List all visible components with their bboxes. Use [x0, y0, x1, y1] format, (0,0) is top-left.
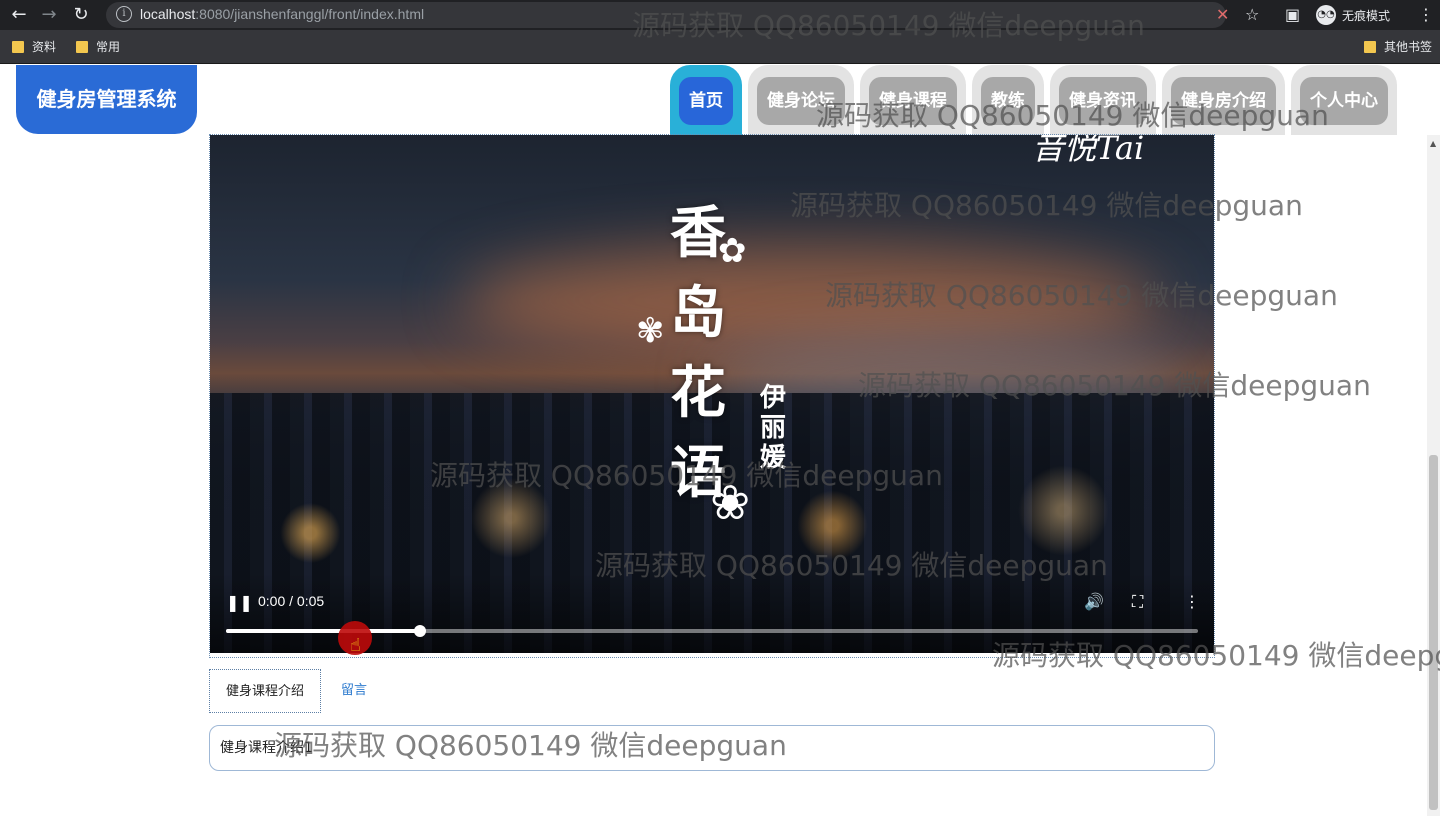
volume-icon[interactable]: 🔊 — [1084, 592, 1104, 612]
hand-cursor-icon: ☝ — [350, 635, 361, 656]
video-progress-bar[interactable] — [226, 625, 1198, 637]
flower-icon: ❀ — [710, 475, 751, 531]
nav-tab-coaches[interactable]: 教练 — [972, 65, 1044, 135]
bookmark-folder[interactable]: 资料 — [12, 38, 56, 55]
scrollbar-thumb[interactable] — [1429, 455, 1438, 810]
sunset-glow — [460, 245, 1160, 355]
more-options-icon[interactable]: ⋮ — [1184, 592, 1200, 612]
nav-tab-profile[interactable]: 个人中心 — [1291, 65, 1397, 135]
url-text: localhost:8080/jianshenfanggl/front/inde… — [140, 6, 425, 22]
star-icon[interactable]: ☆ — [1245, 4, 1259, 26]
flower-icon: ✾ — [636, 311, 665, 351]
detail-tabs: 健身课程介绍 留言 — [209, 669, 383, 713]
main-nav: 首页 健身论坛 健身课程 教练 健身资讯 健身房介绍 个人中心 — [670, 65, 1397, 135]
folder-icon — [12, 40, 24, 53]
nav-tab-forum[interactable]: 健身论坛 — [748, 65, 854, 135]
bookmarks-bar: 资料 常用 其他书签 — [0, 30, 1440, 64]
nav-tab-courses[interactable]: 健身课程 — [860, 65, 966, 135]
video-time: 0:00 / 0:05 — [258, 593, 325, 609]
nav-tab-gym-intro[interactable]: 健身房介绍 — [1162, 65, 1285, 135]
video-overlay-logo: 音悦Tai — [1032, 135, 1145, 167]
scroll-up-icon[interactable]: ▲ — [1430, 139, 1436, 148]
video-progress-fill — [226, 629, 421, 633]
blocked-icon[interactable]: ✕ — [1216, 4, 1229, 26]
other-bookmarks[interactable]: 其他书签 — [1364, 38, 1432, 55]
incognito-badge[interactable]: ◔◔ 无痕模式 — [1312, 3, 1398, 27]
menu-icon[interactable]: ⋮ — [1418, 4, 1434, 26]
site-info-icon[interactable]: i — [116, 6, 132, 22]
nav-tab-home[interactable]: 首页 — [670, 65, 742, 135]
page-scrollbar[interactable]: ▲ — [1427, 135, 1440, 816]
tab-course-intro[interactable]: 健身课程介绍 — [209, 669, 322, 713]
reload-icon[interactable]: ↻ — [70, 4, 92, 26]
forward-icon[interactable]: → — [38, 4, 60, 26]
folder-icon — [1364, 40, 1376, 53]
bookmark-folder[interactable]: 常用 — [76, 38, 120, 55]
video-progress-thumb[interactable] — [414, 625, 427, 637]
nav-tab-news[interactable]: 健身资讯 — [1050, 65, 1156, 135]
course-intro-content: 健身课程介绍1 — [209, 725, 1215, 771]
browser-toolbar: ← → ↻ i localhost:8080/jianshenfanggl/fr… — [0, 0, 1440, 30]
video-singer-text: 伊 丽 媛 — [760, 383, 787, 473]
address-bar[interactable]: i localhost:8080/jianshenfanggl/front/in… — [106, 2, 1226, 28]
side-panel-icon[interactable]: ▣ — [1285, 4, 1300, 26]
folder-icon — [76, 40, 88, 53]
tab-comments[interactable]: 留言 — [321, 669, 383, 713]
flower-icon: ✿ — [718, 231, 747, 271]
back-icon[interactable]: ← — [8, 4, 30, 26]
incognito-icon: ◔◔ — [1316, 5, 1336, 25]
pause-icon[interactable]: ❚❚ — [226, 593, 253, 613]
fullscreen-icon[interactable]: ⛶ — [1132, 592, 1143, 612]
video-player[interactable]: 音悦Tai 香 岛 花 语 伊 丽 媛 ✿ ✾ ❀ ❚❚ 0:00 / 0:05… — [210, 135, 1214, 653]
site-logo[interactable]: 健身房管理系统 — [16, 65, 197, 134]
page: 健身房管理系统 首页 健身论坛 健身课程 教练 健身资讯 健身房介绍 个人中心 … — [0, 65, 1440, 816]
